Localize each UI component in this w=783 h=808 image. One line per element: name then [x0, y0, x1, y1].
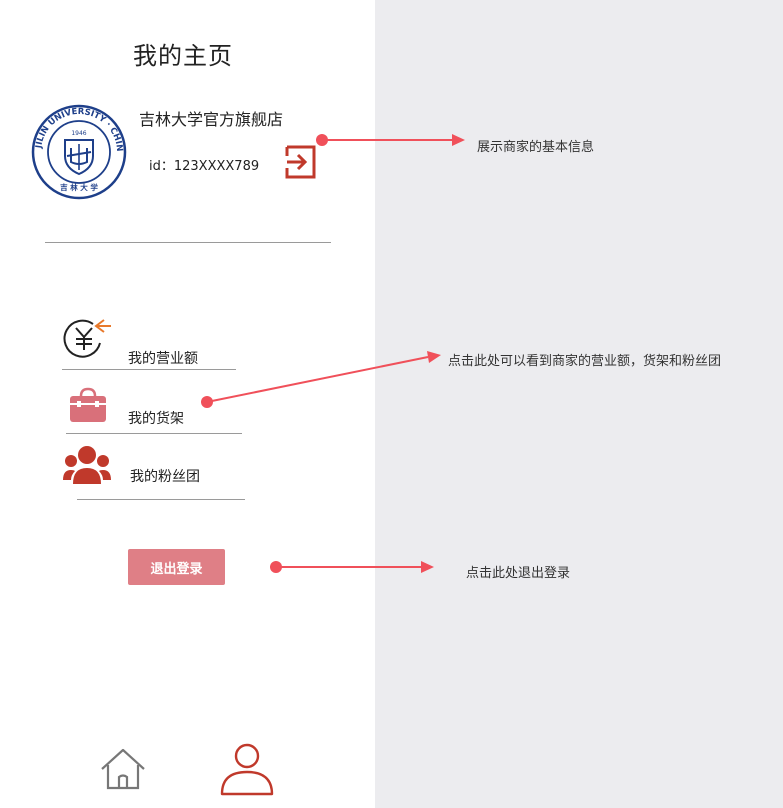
menu-divider [66, 433, 242, 434]
svg-text:1946: 1946 [71, 130, 86, 137]
fans-group-icon [63, 446, 111, 484]
menu-item-label: 我的粉丝团 [130, 469, 200, 485]
svg-text:吉 林 大 学: 吉 林 大 学 [60, 182, 98, 192]
logout-button[interactable]: 退出登录 [128, 549, 225, 585]
home-icon[interactable] [99, 747, 147, 791]
menu-divider [77, 499, 245, 500]
menu-divider [62, 369, 236, 370]
menu-annotation-text: 点击此处可以看到商家的营业额，货架和粉丝团 [448, 354, 722, 369]
university-logo: JILIN UNIVERSITY · CHINA 1946 吉 林 大 学 [31, 104, 127, 200]
user-icon[interactable] [219, 742, 275, 796]
menu-item-label: 我的货架 [128, 411, 184, 427]
profile-annotation-text: 展示商家的基本信息 [477, 140, 595, 155]
store-id: id：123XXXX789 [149, 159, 260, 174]
yuan-income-icon [63, 319, 111, 358]
logout-annotation-text: 点击此处退出登录 [466, 566, 571, 581]
page-title: 我的主页 [133, 42, 233, 70]
menu-item-label: 我的营业额 [128, 351, 198, 367]
store-name: 吉林大学官方旗舰店 [139, 110, 284, 129]
shopping-bag-icon [70, 387, 106, 422]
logout-arrow-icon[interactable] [283, 145, 317, 179]
annotation-panel [375, 0, 783, 808]
profile-divider [45, 242, 331, 243]
